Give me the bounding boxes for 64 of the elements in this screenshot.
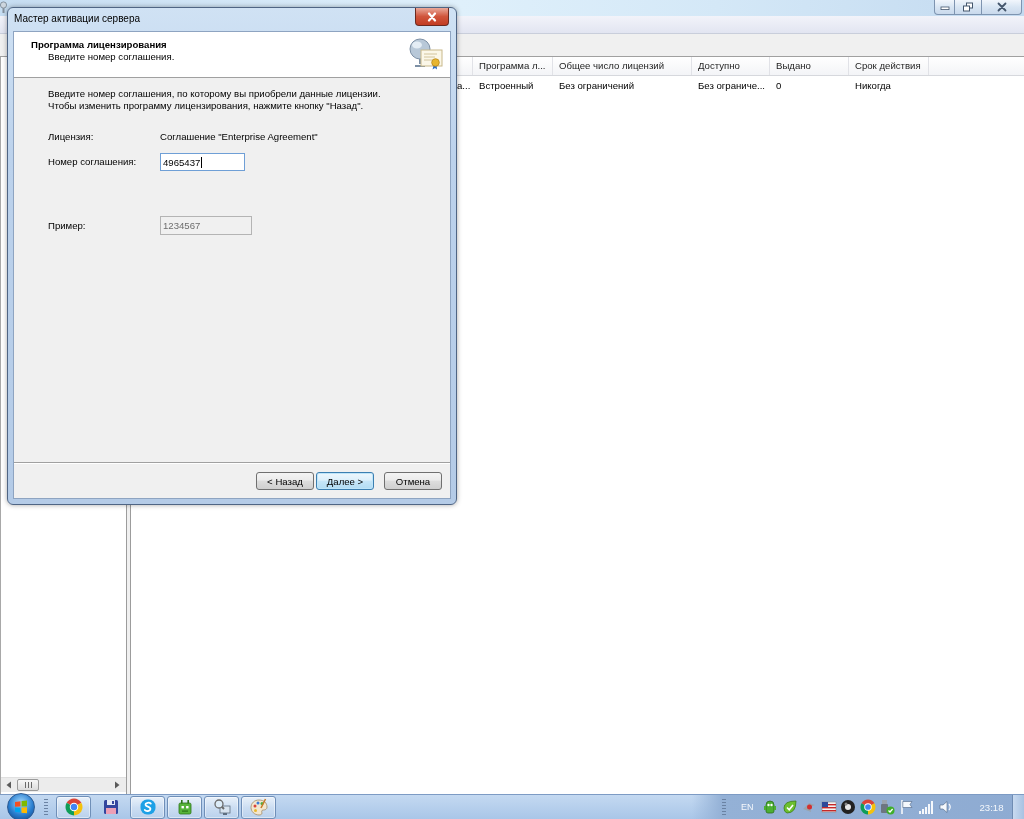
table-cell-text: Без ограниче... bbox=[697, 79, 766, 93]
example-field: 1234567 bbox=[160, 216, 252, 235]
ring-icon bbox=[64, 798, 83, 816]
column-header[interactable]: Срок действия bbox=[849, 57, 929, 75]
wizard-page-title: Программа лицензирования bbox=[31, 38, 168, 51]
wizard-button[interactable]: < Назад bbox=[256, 472, 314, 490]
close-button[interactable] bbox=[982, 0, 1022, 15]
column-header[interactable]: Доступно bbox=[692, 57, 770, 75]
ring-icon[interactable] bbox=[859, 799, 876, 815]
table-cell-text: 0 bbox=[775, 79, 783, 93]
column-header[interactable]: Программа л... bbox=[473, 57, 553, 75]
four-panes-icon bbox=[14, 800, 28, 814]
close-button[interactable] bbox=[415, 8, 449, 26]
striped-flag-icon[interactable] bbox=[820, 799, 837, 815]
creature-icon[interactable] bbox=[762, 799, 778, 815]
palette-icon bbox=[249, 798, 268, 816]
scroll-left-icon[interactable] bbox=[6, 781, 12, 789]
dialog-title: Мастер активации сервера bbox=[13, 12, 141, 26]
field-label: Пример: bbox=[48, 219, 87, 232]
bubble-icon bbox=[138, 798, 157, 816]
horizontal-scrollbar[interactable] bbox=[1, 777, 126, 792]
taskbar-button[interactable] bbox=[204, 795, 239, 819]
field-label: Номер соглашения: bbox=[48, 156, 138, 168]
grip-icon bbox=[722, 798, 726, 816]
ball-icon[interactable] bbox=[840, 799, 856, 815]
taskbar-button[interactable] bbox=[56, 795, 91, 819]
grip-icon bbox=[24, 782, 32, 788]
taskbar-button[interactable] bbox=[167, 795, 202, 819]
magnifier-monitor-icon bbox=[212, 798, 231, 816]
table-cell-text: а... bbox=[457, 79, 472, 93]
grip-icon bbox=[44, 798, 48, 816]
table-cell-text: Встроенный bbox=[478, 79, 535, 93]
globe-certificate-icon bbox=[408, 37, 443, 70]
table-cell-text: Никогда bbox=[854, 79, 892, 93]
column-header[interactable]: Общее число лицензий bbox=[553, 57, 692, 75]
scrollbar-thumb[interactable] bbox=[17, 779, 39, 791]
instruction-text: Чтобы изменить программу лицензирования, нажмите кнопку "Назад". bbox=[48, 100, 365, 112]
field-label: Лицензия: bbox=[48, 131, 95, 143]
wizard-button[interactable]: Далее > bbox=[316, 472, 374, 490]
taskbar-button[interactable] bbox=[241, 795, 276, 819]
restore-icon bbox=[962, 2, 974, 12]
column-header[interactable]: Выдано bbox=[770, 57, 849, 75]
instruction-text: Введите номер соглашения, по которому вы приобрели данные лицензии. bbox=[48, 88, 382, 100]
leaf-check-icon[interactable] bbox=[781, 799, 798, 815]
agreement-number-field[interactable]: 4965437 bbox=[160, 153, 245, 171]
taskbar-button[interactable] bbox=[130, 795, 165, 819]
minimize-button[interactable] bbox=[934, 0, 955, 15]
wizard-page-subtitle: Введите номер соглашения. bbox=[48, 51, 175, 63]
speaker-icon[interactable] bbox=[937, 799, 954, 815]
close-icon bbox=[426, 11, 438, 22]
close-icon bbox=[995, 2, 1008, 12]
window-icon bbox=[0, 1, 7, 13]
signal-bars-icon[interactable] bbox=[918, 799, 934, 815]
restore-button[interactable] bbox=[955, 0, 982, 15]
scroll-right-icon[interactable] bbox=[114, 781, 120, 789]
wizard-button[interactable]: Отмена bbox=[384, 472, 442, 490]
show-desktop-button[interactable] bbox=[1012, 795, 1024, 819]
flag-icon[interactable] bbox=[898, 799, 915, 815]
license-value: Соглашение "Enterprise Agreement" bbox=[160, 131, 318, 143]
table-cell-text: Без ограничений bbox=[558, 79, 635, 93]
robot-face-icon bbox=[175, 798, 194, 816]
plug-check-icon[interactable] bbox=[879, 799, 895, 815]
text-cursor-icon bbox=[201, 156, 203, 168]
start-button[interactable] bbox=[7, 793, 35, 819]
